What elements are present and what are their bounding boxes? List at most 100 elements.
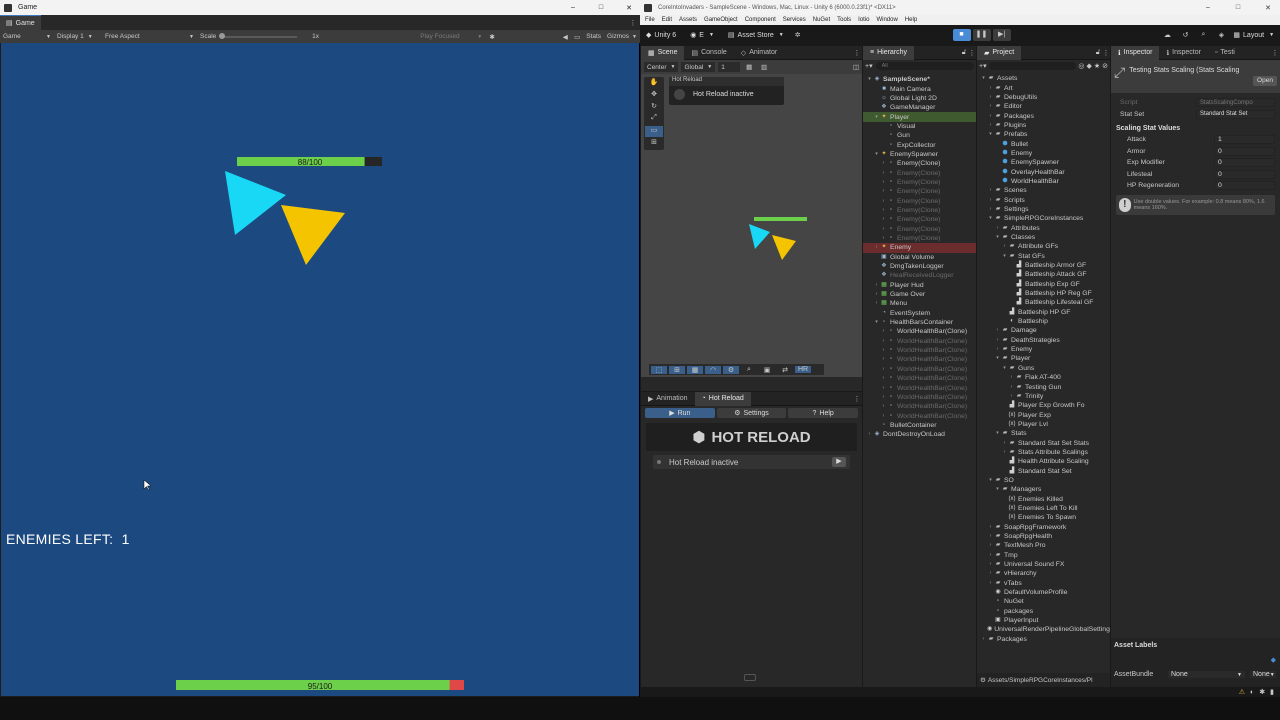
- project-item-player-exp[interactable]: (x) Player Exp: [977, 410, 1110, 419]
- collapsed-arrow-icon[interactable]: ›: [987, 541, 994, 550]
- expanded-arrow-icon[interactable]: ▾: [873, 113, 880, 122]
- lock-icon[interactable]: 🔓︎: [960, 49, 968, 57]
- overlay-tool-icon[interactable]: HR: [795, 366, 811, 373]
- tab-inspector[interactable]: ℹ Inspector: [1111, 46, 1160, 60]
- project-item-managers[interactable]: ▾ ▰ Managers: [977, 485, 1110, 494]
- build-icon[interactable]: ⚠: [1239, 688, 1245, 696]
- collapsed-arrow-icon[interactable]: ›: [980, 635, 987, 644]
- bug-icon[interactable]: ✱: [485, 33, 499, 41]
- project-item-scripts[interactable]: › ▰ Scripts: [977, 195, 1110, 204]
- menu-item-component[interactable]: Component: [745, 17, 776, 23]
- scale-tool-icon[interactable]: ⤢: [645, 114, 663, 125]
- menu-item-help[interactable]: Help: [905, 17, 917, 23]
- project-item-enemy[interactable]: ⬢ Enemy: [977, 149, 1110, 158]
- hierarchy-item-enemy[interactable]: › ✦ Enemy: [863, 243, 976, 253]
- project-item-settings[interactable]: › ▰ Settings: [977, 205, 1110, 214]
- display-dropdown[interactable]: Display 1 ▼: [54, 33, 102, 40]
- project-item-universal-sound-fx[interactable]: › ▰ Universal Sound FX: [977, 560, 1110, 569]
- collapsed-arrow-icon[interactable]: ›: [987, 569, 994, 578]
- expanded-arrow-icon[interactable]: ▾: [1001, 364, 1008, 373]
- close-icon[interactable]: ✕: [618, 4, 640, 12]
- project-item-stat-gfs[interactable]: ▾ ▰ Stat GFs: [977, 252, 1110, 261]
- 2d-toggle-icon[interactable]: ◫: [850, 63, 862, 71]
- collapsed-arrow-icon[interactable]: ›: [880, 374, 887, 383]
- cloud-icon[interactable]: ☁: [1158, 31, 1176, 39]
- collapsed-arrow-icon[interactable]: ›: [880, 337, 887, 346]
- project-item-testing-gun[interactable]: › ▰ Testing Gun: [977, 382, 1110, 391]
- lock-icon[interactable]: 🔓︎: [1094, 49, 1102, 57]
- start-hot-reload-button[interactable]: ▶: [832, 457, 846, 467]
- project-item-editor[interactable]: › ▰ Editor: [977, 102, 1110, 111]
- run-tab[interactable]: ▶ Run: [645, 408, 715, 418]
- hierarchy-item-enemy-clone-[interactable]: › ▫ Enemy(Clone): [863, 187, 976, 196]
- project-item-debugutils[interactable]: › ▰ DebugUtils: [977, 93, 1110, 102]
- expanded-arrow-icon[interactable]: ▾: [994, 485, 1001, 494]
- collapsed-arrow-icon[interactable]: ›: [880, 412, 887, 421]
- project-item-bullet[interactable]: ⬢ Bullet: [977, 139, 1110, 148]
- project-item-battleship-exp-gf[interactable]: ▟ Battleship Exp GF: [977, 280, 1110, 289]
- hierarchy-item-worldhealthbar-clone-[interactable]: › ▫ WorldHealthBar(Clone): [863, 393, 976, 402]
- collapsed-arrow-icon[interactable]: ›: [880, 384, 887, 393]
- project-item-art[interactable]: › ▰ Art: [977, 83, 1110, 92]
- collapsed-arrow-icon[interactable]: ›: [873, 299, 880, 308]
- project-item-battleship-hp-reg-gf[interactable]: ▟ Battleship HP Reg GF: [977, 289, 1110, 298]
- project-item-battleship-attack-gf[interactable]: ▟ Battleship Attack GF: [977, 270, 1110, 279]
- field-value-input[interactable]: 0: [1214, 158, 1275, 168]
- layers-icon[interactable]: ◈: [1212, 31, 1230, 39]
- more-options-icon[interactable]: ⋮: [1270, 49, 1280, 57]
- scale-control[interactable]: Scale 1x: [197, 33, 322, 40]
- collapsed-arrow-icon[interactable]: ›: [987, 186, 994, 195]
- hierarchy-item-worldhealthbar-clone-[interactable]: › ▫ WorldHealthBar(Clone): [863, 337, 976, 346]
- project-item-classes[interactable]: ▾ ▰ Classes: [977, 233, 1110, 242]
- favorite-icon[interactable]: ★: [1094, 62, 1100, 70]
- project-item-enemyspawner[interactable]: ⬢ EnemySpawner: [977, 158, 1110, 167]
- hierarchy-item-enemy-clone-[interactable]: › ▫ Enemy(Clone): [863, 234, 976, 243]
- expanded-arrow-icon[interactable]: ▾: [873, 150, 880, 159]
- field-value-input[interactable]: 0: [1214, 181, 1275, 191]
- overlay-tool-icon[interactable]: ▣: [759, 366, 775, 374]
- overlay-tool-icon[interactable]: ⇄: [777, 366, 793, 374]
- cache-icon[interactable]: ◐: [1250, 689, 1254, 696]
- collapsed-arrow-icon[interactable]: ›: [987, 532, 994, 541]
- menu-item-assets[interactable]: Assets: [679, 17, 697, 23]
- collapsed-arrow-icon[interactable]: ›: [987, 205, 994, 214]
- project-item-battleship-armor-gf[interactable]: ▟ Battleship Armor GF: [977, 261, 1110, 270]
- hierarchy-item-main-camera[interactable]: ■ Main Camera: [863, 84, 976, 93]
- maximize-icon[interactable]: □: [1226, 4, 1250, 11]
- chevron-down-icon[interactable]: ▼: [632, 34, 640, 40]
- pivot-dropdown[interactable]: Center ▼: [644, 62, 679, 72]
- open-button[interactable]: Open: [1253, 76, 1277, 86]
- project-item-player-exp-growth-fo[interactable]: ▟ Player Exp Growth Fo: [977, 401, 1110, 410]
- hierarchy-item-gun[interactable]: ▫ Gun: [863, 131, 976, 140]
- hierarchy-item-global-light-2d[interactable]: ☼ Global Light 2D: [863, 94, 976, 103]
- minimize-icon[interactable]: –: [1196, 4, 1220, 11]
- hierarchy-item-bulletcontainer[interactable]: ▫ BulletContainer: [863, 421, 976, 430]
- project-item-stats[interactable]: ▾ ▰ Stats: [977, 429, 1110, 438]
- expanded-arrow-icon[interactable]: ▾: [873, 318, 880, 327]
- project-item-playerinput[interactable]: ▣ PlayerInput: [977, 616, 1110, 625]
- settings-tab[interactable]: ⚙ Settings: [716, 408, 787, 418]
- hierarchy-item-dmgtakenlogger[interactable]: ❖ DmgTakenLogger: [863, 262, 976, 271]
- hierarchy-item-enemy-clone-[interactable]: › ▫ Enemy(Clone): [863, 225, 976, 234]
- collapsed-arrow-icon[interactable]: ›: [987, 112, 994, 121]
- collapsed-arrow-icon[interactable]: ›: [994, 336, 1001, 345]
- menu-item-file[interactable]: File: [645, 17, 655, 23]
- collapsed-arrow-icon[interactable]: ›: [987, 523, 994, 532]
- expanded-arrow-icon[interactable]: ▾: [994, 233, 1001, 242]
- expanded-arrow-icon[interactable]: ▾: [987, 130, 994, 139]
- menu-item-window[interactable]: Window: [876, 17, 897, 23]
- more-options-icon[interactable]: ⋮: [626, 19, 640, 27]
- search-by-type-icon[interactable]: ◎: [1078, 62, 1084, 70]
- project-item-stats-attribute-scalings[interactable]: › ▰ Stats Attribute Scalings: [977, 448, 1110, 457]
- hierarchy-item-worldhealthbar-clone-[interactable]: › ▫ WorldHealthBar(Clone): [863, 346, 976, 355]
- field-value-input[interactable]: 0: [1214, 146, 1275, 156]
- hierarchy-item-visual[interactable]: ▫ Visual: [863, 122, 976, 131]
- asset-store-dropdown[interactable]: ▤ Asset Store ▼: [725, 31, 787, 40]
- project-item-battleship-lifesteal-gf[interactable]: ▟ Battleship Lifesteal GF: [977, 298, 1110, 307]
- project-item-universalrenderpipelineglobalsettings[interactable]: ◉ UniversalRenderPipelineGlobalSettings: [977, 625, 1110, 634]
- tab-hot-reload[interactable]: ◔ Hot Reload: [694, 391, 751, 406]
- search-icon[interactable]: ⌕: [1194, 31, 1212, 39]
- hierarchy-item-enemy-clone-[interactable]: › ▫ Enemy(Clone): [863, 168, 976, 177]
- expanded-arrow-icon[interactable]: ▾: [980, 74, 987, 83]
- close-icon[interactable]: ✕: [1256, 4, 1280, 12]
